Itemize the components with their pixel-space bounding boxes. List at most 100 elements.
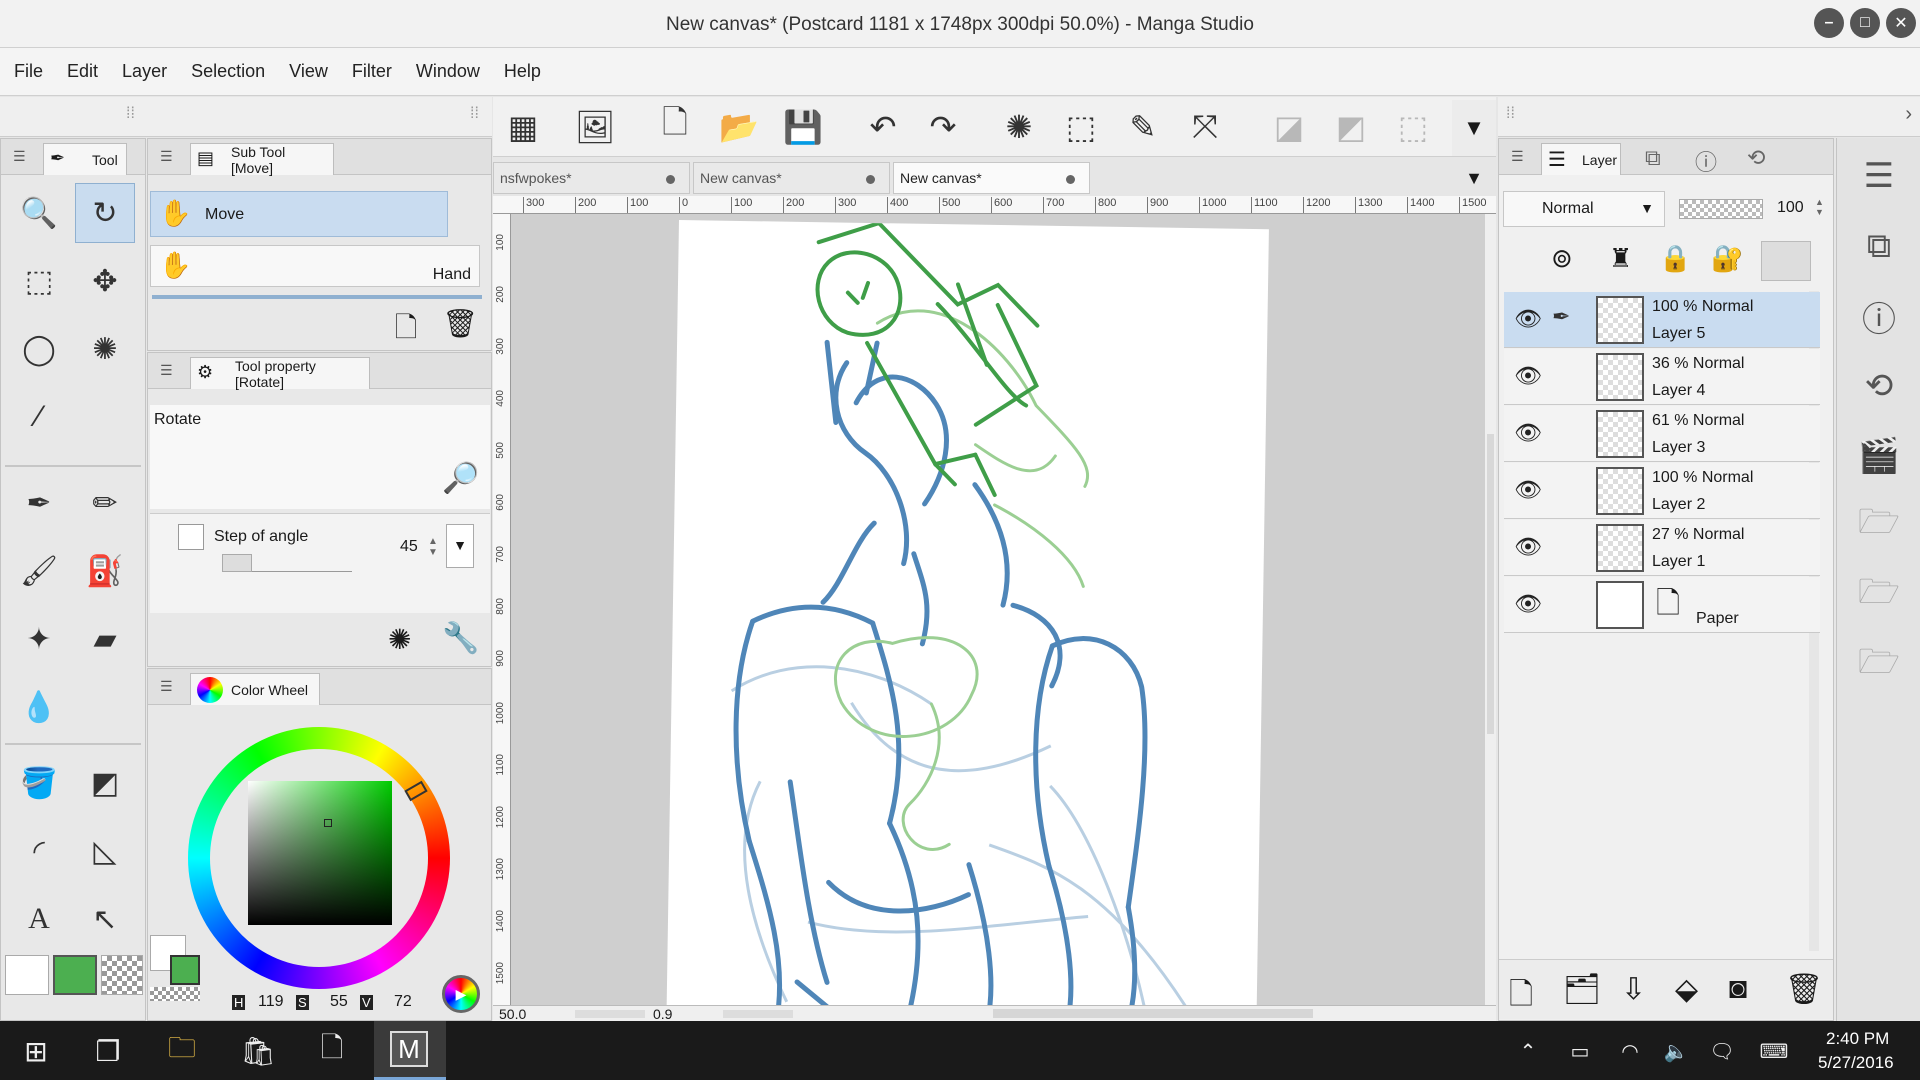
brush-tool-icon[interactable]: 🖌 <box>9 541 69 601</box>
menu-window[interactable]: Window <box>416 61 480 82</box>
animation-palette-icon[interactable]: 🎬 <box>1849 424 1909 488</box>
manga-studio-taskbar-icon[interactable]: M <box>374 1021 446 1080</box>
eye-icon[interactable]: 👁 <box>1514 591 1542 619</box>
undo-icon[interactable]: ↶ <box>861 105 905 149</box>
wrench-icon[interactable]: 🔧 <box>442 621 479 656</box>
magnifier-settings-icon[interactable]: 🔎 <box>442 461 479 496</box>
text-tool-icon[interactable]: A <box>9 889 69 949</box>
spinner-icon[interactable]: ▲ ▼ <box>1815 197 1824 217</box>
keyboard-icon[interactable]: ⌨ <box>1754 1031 1794 1071</box>
reference-layer-icon[interactable]: ♜ <box>1609 243 1632 274</box>
lasso-tool-icon[interactable]: ◯ <box>9 319 69 379</box>
windows-start-icon[interactable]: ⊞ <box>16 1031 56 1071</box>
transfer-layer-icon[interactable]: ⬙ <box>1675 972 1698 1007</box>
disabled-tool-icon[interactable]: ⬚ <box>1391 105 1435 149</box>
panel-menu-icon[interactable]: ☰ <box>160 679 178 693</box>
step-angle-checkbox[interactable] <box>178 524 204 550</box>
vscroll-thumb[interactable] <box>1487 434 1494 734</box>
grip-icon[interactable]: ⁞⁞ <box>126 105 135 123</box>
eyedropper-icon[interactable]: ⁄ <box>9 387 69 447</box>
menu-selection[interactable]: Selection <box>191 61 265 82</box>
operation-tool-icon[interactable]: ↖ <box>75 889 135 949</box>
zoom-slider[interactable] <box>575 1010 645 1018</box>
info-tab-icon[interactable]: ⓘ <box>1695 145 1717 177</box>
layer-row-layer3[interactable]: 👁 61 % Normal Layer 3 <box>1504 406 1820 462</box>
new-subtool-icon[interactable]: 🗋 <box>388 307 424 343</box>
navigator-palette-icon[interactable]: ⧉ <box>1849 214 1909 278</box>
lock-transparent-icon[interactable]: 🔐 <box>1711 243 1743 274</box>
disabled-tool-icon[interactable]: ◪ <box>1267 105 1311 149</box>
subtool-item-move[interactable]: ✋ Move <box>150 191 448 237</box>
canvas-paper[interactable] <box>666 220 1269 1005</box>
grip-icon[interactable]: ⁞⁞ <box>470 105 479 123</box>
color-wheel-tab[interactable]: Color Wheel <box>190 673 320 705</box>
tool-tab[interactable]: ✒ Tool <box>43 143 127 175</box>
menu-edit[interactable]: Edit <box>67 61 98 82</box>
figure-material-icon[interactable]: 🗁 <box>1849 634 1909 698</box>
eye-icon[interactable]: 👁 <box>1514 534 1542 562</box>
doc-tab-2[interactable]: New canvas* <box>693 162 890 194</box>
eraser-tool-icon[interactable]: ▰ <box>75 609 135 669</box>
menu-layer[interactable]: Layer <box>122 61 167 82</box>
trash-icon[interactable]: 🗑 <box>442 307 478 343</box>
trash-icon[interactable]: 🗑 <box>1785 972 1823 1007</box>
secondary-color-swatch[interactable] <box>5 955 49 995</box>
panel-menu-icon[interactable]: ☰ <box>1511 149 1529 163</box>
rotate-tool-icon[interactable]: ↻ <box>75 183 135 243</box>
gradient-tool-icon[interactable]: ◩ <box>75 753 135 813</box>
reset-icon[interactable]: ✺ <box>388 623 411 656</box>
material-palette-icon[interactable]: 🗁 <box>1849 494 1909 558</box>
blend-tool-icon[interactable]: 💧 <box>9 677 69 737</box>
opacity-value[interactable]: 100 <box>1777 199 1804 217</box>
zoom-readout[interactable]: 50.0 <box>499 1006 526 1022</box>
h-value[interactable]: 119 <box>258 993 284 1011</box>
chevron-down-icon[interactable]: ▼ <box>446 524 474 568</box>
maximize-button[interactable]: □ <box>1850 8 1880 38</box>
transparent-color-swatch[interactable] <box>101 955 143 995</box>
grid-layout-icon[interactable]: ▦ <box>501 105 545 149</box>
layer-row-layer1[interactable]: 👁 27 % Normal Layer 1 <box>1504 520 1820 576</box>
main-color-swatch[interactable] <box>53 955 97 995</box>
decoration-tool-icon[interactable]: ✦ <box>9 609 69 669</box>
menu-help[interactable]: Help <box>504 61 541 82</box>
sv-cursor[interactable] <box>324 819 332 827</box>
layer-mask-icon[interactable]: ◙ <box>1729 972 1747 1006</box>
eye-icon[interactable]: 👁 <box>1514 420 1542 448</box>
opacity-slider[interactable] <box>1679 199 1763 219</box>
new-folder-icon[interactable]: 🗂 <box>1563 972 1601 1007</box>
toolbar-expand-icon[interactable]: ▼ <box>1452 100 1496 156</box>
move-object-tool-icon[interactable]: ✥ <box>75 251 135 311</box>
minimize-button[interactable]: – <box>1814 8 1844 38</box>
sv-square[interactable] <box>248 781 392 925</box>
spinner-icon[interactable]: ▲ ▼ <box>428 536 438 558</box>
subtool-scrollbar[interactable] <box>152 295 482 299</box>
chevron-right-icon[interactable]: › <box>1905 103 1912 126</box>
chevron-up-icon[interactable]: ⌃ <box>1508 1031 1548 1071</box>
menu-filter[interactable]: Filter <box>352 61 392 82</box>
angle-readout[interactable]: 0.9 <box>653 1006 672 1022</box>
menu-file[interactable]: File <box>14 61 43 82</box>
task-view-icon[interactable]: ❐ <box>88 1031 128 1071</box>
magic-wand-icon[interactable]: ✺ <box>75 319 135 379</box>
clock-time[interactable]: 2:40 PM <box>1826 1029 1889 1049</box>
layer-row-layer5[interactable]: 👁 ✒ 100 % Normal Layer 5 <box>1504 292 1820 348</box>
menu-view[interactable]: View <box>289 61 328 82</box>
airbrush-tool-icon[interactable]: ⛽ <box>75 541 135 601</box>
tool-property-tab[interactable]: ⚙ Tool property [Rotate] <box>190 357 370 390</box>
canvas-area[interactable] <box>511 214 1485 1005</box>
pen-tool-icon[interactable]: ✒ <box>9 473 69 533</box>
wifi-icon[interactable]: ◠ <box>1610 1031 1650 1071</box>
panel-menu-icon[interactable]: ☰ <box>160 149 178 163</box>
canvas-vscrollbar[interactable] <box>1485 214 1496 1005</box>
pen-edit-icon[interactable]: ✎ <box>1121 105 1165 149</box>
doc-tab-1[interactable]: nsfwpokes* <box>493 162 690 194</box>
disabled-tool-icon[interactable]: ◩ <box>1329 105 1373 149</box>
volume-icon[interactable]: 🔈 <box>1656 1031 1696 1071</box>
close-button[interactable]: ✕ <box>1886 8 1916 38</box>
battery-icon[interactable]: ▭ <box>1560 1031 1600 1071</box>
selection-icon[interactable]: ⬚ <box>1059 105 1103 149</box>
v-value[interactable]: 72 <box>394 993 412 1011</box>
navigator-tab-icon[interactable]: ⧉ <box>1645 145 1661 171</box>
clip-layer-icon[interactable]: ⊚ <box>1551 243 1573 274</box>
layers-palette-icon[interactable]: ☰ <box>1849 144 1909 208</box>
